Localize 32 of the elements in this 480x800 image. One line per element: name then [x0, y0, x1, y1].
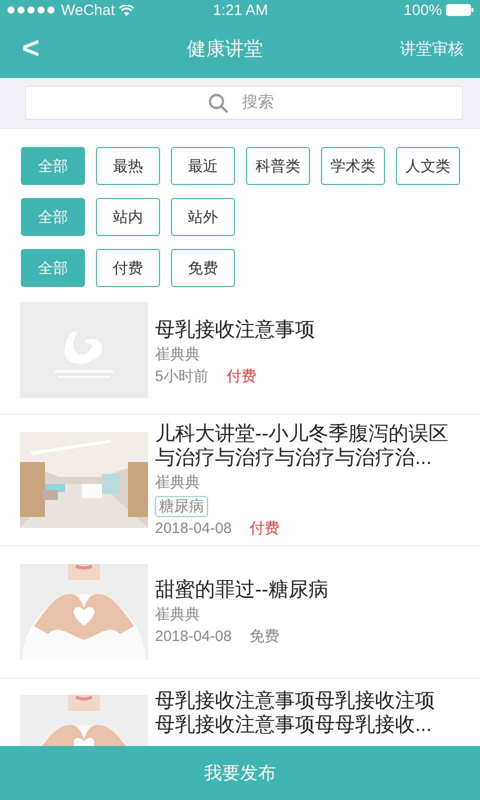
filter-chip[interactable]: 最近 — [171, 147, 235, 185]
filter-chip[interactable]: 人文类 — [396, 147, 460, 185]
lecture-title[interactable]: 母乳接收注意事项 — [155, 318, 315, 342]
publish-date: 5小时前 — [155, 367, 208, 387]
filter-chip[interactable]: 最热 — [96, 147, 160, 185]
filter-chip[interactable]: 付费 — [96, 249, 160, 287]
lecture-title[interactable]: 母乳接收注意事项母乳接收注项母乳接收注意事项母母乳接收... — [155, 689, 453, 737]
filter-chip[interactable]: 站外 — [171, 198, 235, 236]
author-name: 崔典典 — [155, 473, 200, 493]
price-label: 付费 — [250, 519, 280, 539]
topic-tag: 糖尿病 — [155, 496, 208, 517]
author-name: 崔典典 — [155, 605, 200, 625]
search-field[interactable]: 搜索 — [25, 86, 463, 120]
lecture-title[interactable]: 儿科大讲堂--小儿冬季腹泻的误区与治疗与治疗与治疗与治疗治... — [155, 422, 453, 470]
search-icon — [208, 93, 228, 113]
publish-date: 2018-04-08 — [155, 627, 232, 647]
lecture-title[interactable]: 甜蜜的罪过--糖尿病 — [155, 578, 328, 602]
author-name: 崔典典 — [155, 345, 200, 365]
page-title: 健康讲堂 — [186, 38, 264, 62]
filter-chip[interactable]: 学术类 — [321, 147, 385, 185]
filter-chip[interactable]: 免费 — [171, 249, 235, 287]
wifi-icon — [118, 4, 134, 16]
battery-icon — [446, 4, 474, 16]
clock-time: 1:21 AM — [212, 2, 268, 18]
carrier-label: WeChat — [61, 2, 115, 18]
battery-percentage: 100% — [404, 2, 442, 18]
filter-chip[interactable]: 科普类 — [246, 147, 310, 185]
price-label: 付费 — [226, 367, 256, 387]
publish-date: 2018-04-08 — [155, 519, 232, 539]
filter-chip[interactable]: 站内 — [96, 198, 160, 236]
signal-icon — [7, 6, 57, 14]
price-label: 免费 — [250, 627, 280, 647]
